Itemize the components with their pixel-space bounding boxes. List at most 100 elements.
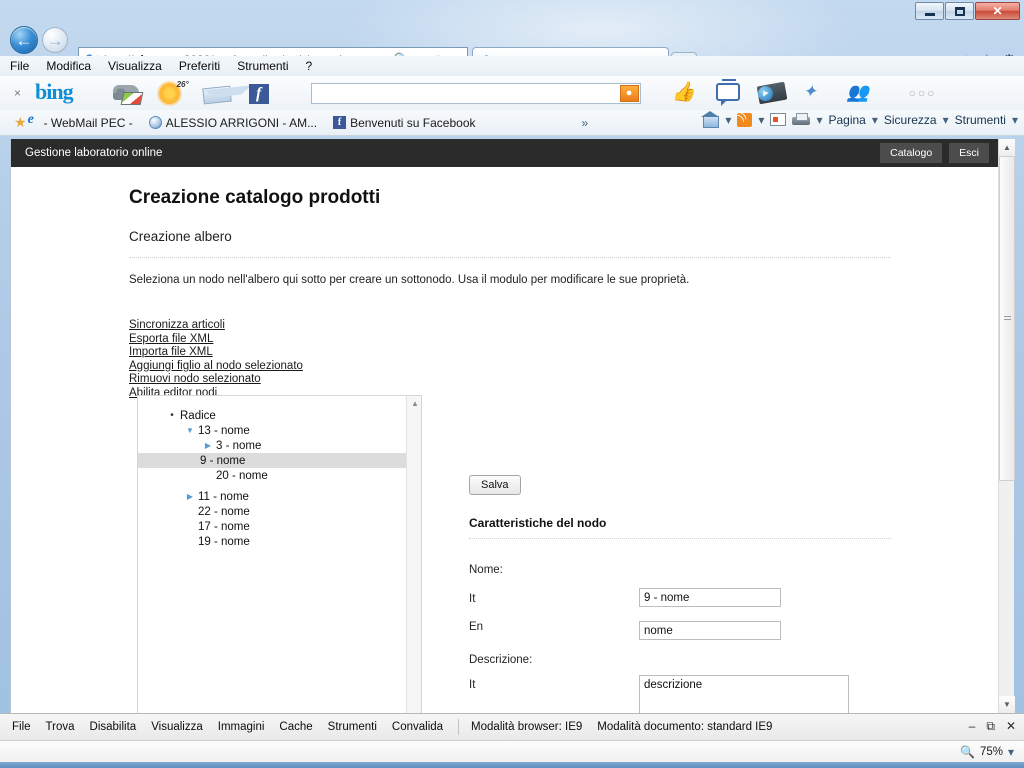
chevron-right-icon[interactable]: ▶ [200,441,216,450]
browser-window: ✕ ← → http://nbxppro:8080/confartonline/… [0,0,1024,768]
video-icon[interactable] [756,80,791,106]
car-icon[interactable] [112,80,147,106]
tree-panel: • Radice ▼ 13 - nome ▶ 3 - nome 9 - nome… [137,395,422,713]
tree-scrollbar[interactable]: ▲ [406,396,421,713]
scroll-down-button[interactable]: ▼ [999,696,1015,713]
browser-mode-label[interactable]: Modalità browser: IE9 [471,721,582,733]
link-aggiungi-figlio[interactable]: Aggiungi figlio al nodo selezionato [129,360,303,372]
devtools-menu-convalida[interactable]: Convalida [392,721,443,733]
minimize-button[interactable] [915,2,944,20]
devtools-menu-trova[interactable]: Trova [46,721,75,733]
scroll-up-icon[interactable]: ▲ [411,399,419,408]
devtools-menu-disabilita[interactable]: Disabilita [90,721,137,733]
menu-item-visualizza[interactable]: Visualizza [108,59,162,73]
link-rimuovi-nodo[interactable]: Rimuovi nodo selezionato [129,373,261,385]
zoom-icon: 🔍 [959,744,975,759]
back-button[interactable]: ← [10,26,38,54]
read-mail-icon[interactable] [770,113,787,126]
tree-node-13[interactable]: ▼ 13 - nome [182,423,406,438]
devtools-menu-cache[interactable]: Cache [279,721,312,733]
back-arrow-icon: ← [15,30,33,50]
tree-node-radice[interactable]: • Radice [164,408,406,423]
bing-toolbar-close-icon[interactable]: × [14,86,21,100]
favorite-label: Benvenuti su Facebook [350,115,476,130]
tree-node-19[interactable]: 19 - nome [182,534,406,549]
chevron-down-icon[interactable]: ▾ [816,113,822,127]
menu-item-strumenti[interactable]: Strumenti [237,59,288,73]
favorite-webmail-pec[interactable]: - WebMail PEC - [27,112,133,130]
mail-icon[interactable] [201,80,235,106]
tree-node-3[interactable]: ▶ 3 - nome [200,438,406,453]
chat-icon[interactable] [713,80,747,106]
chevron-down-icon[interactable]: ▼ [182,426,198,435]
bullet-icon: • [170,410,174,421]
command-menu-strumenti[interactable]: Strumenti [955,113,1006,127]
devtools-menu-visualizza[interactable]: Visualizza [151,721,203,733]
thumbs-up-icon[interactable]: 👍 [669,80,703,106]
favorite-facebook[interactable]: f Benvenuti su Facebook [333,115,476,130]
list-item: Aggiungi figlio al nodo selezionato [129,359,303,373]
facebook-icon: f [333,116,347,129]
favorite-label: ALESSIO ARRIGONI - AM... [165,115,318,130]
scroll-up-button[interactable]: ▲ [999,139,1015,156]
sports-icon[interactable]: ✦ [801,80,835,106]
people-icon[interactable]: 👥 [845,80,879,106]
forward-button[interactable]: → [42,27,68,53]
chevron-down-icon[interactable]: ▾ [758,113,764,127]
link-esporta-xml[interactable]: Esporta file XML [129,333,213,345]
tree-node-17[interactable]: 17 - nome [182,519,406,534]
scrollbar-thumb[interactable] [999,156,1015,481]
document-mode-label[interactable]: Modalità documento: standard IE9 [597,721,772,733]
menu-item-preferiti[interactable]: Preferiti [179,59,220,73]
maximize-button[interactable] [945,2,974,20]
devtools-undock-icon[interactable]: ⧉ [986,719,995,734]
tree-node-22[interactable]: 22 - nome [182,504,406,519]
command-menu-pagina[interactable]: Pagina [828,113,865,127]
zoom-level[interactable]: 75% [980,746,1003,758]
devtools-menu-strumenti[interactable]: Strumenti [328,721,377,733]
menu-item-help[interactable]: ? [306,59,313,73]
link-sincronizza-articoli[interactable]: Sincronizza articoli [129,319,225,331]
add-favorite-icon[interactable]: ★ [14,114,27,131]
favorite-alessio-arrigoni[interactable]: ALESSIO ARRIGONI - AM... [148,115,318,130]
scroll-up-icon: ▲ [1003,143,1011,152]
tree-node-11[interactable]: ▶ 11 - nome [182,489,406,504]
home-icon[interactable] [701,111,720,128]
catalogo-button[interactable]: Catalogo [880,143,943,163]
devtools-menu-immagini[interactable]: Immagini [218,721,265,733]
menu-item-file[interactable]: File [10,59,29,73]
nome-en-input[interactable] [639,621,781,640]
tree-node-9-selected[interactable]: 9 - nome [138,453,406,468]
nome-it-input[interactable] [639,588,781,607]
menu-bar: File Modifica Visualizza Preferiti Strum… [0,56,1024,76]
salva-button[interactable]: Salva [469,475,521,495]
tree-node-label: 11 - nome [198,490,249,503]
bing-overflow-icon[interactable]: ○○○ [909,86,937,100]
close-button[interactable]: ✕ [975,2,1020,20]
tree-node-label: 20 - nome [216,469,268,482]
favorites-overflow-icon[interactable]: » [582,116,589,130]
devtools-menu-file[interactable]: File [12,721,31,733]
chevron-right-icon[interactable]: ▶ [182,492,198,501]
tree-node-20[interactable]: 20 - nome [200,468,406,483]
bing-logo[interactable]: bing [35,79,74,105]
menu-item-modifica[interactable]: Modifica [46,59,91,73]
chevron-down-icon[interactable]: ▾ [1008,745,1014,759]
printer-icon[interactable] [792,112,811,127]
page-scrollbar[interactable]: ▲ ▼ [998,139,1015,713]
chevron-down-icon[interactable]: ▾ [725,113,731,127]
bing-search-input[interactable]: ● [310,82,641,104]
command-menu-sicurezza[interactable]: Sicurezza [884,113,937,127]
bing-search-button[interactable]: ● [619,84,639,102]
devtools-minimize-icon[interactable]: – [969,719,976,734]
descrizione-it-textarea[interactable] [639,675,849,713]
weather-sun-icon[interactable]: 26° [157,80,191,106]
rss-icon[interactable] [737,112,753,127]
chevron-down-icon[interactable]: ▾ [872,113,878,127]
esci-button[interactable]: Esci [949,143,989,163]
facebook-icon[interactable]: f [245,80,279,106]
devtools-close-icon[interactable]: ✕ [1006,719,1016,734]
chevron-down-icon[interactable]: ▾ [943,113,949,127]
chevron-down-icon[interactable]: ▾ [1012,113,1018,127]
link-importa-xml[interactable]: Importa file XML [129,346,213,358]
